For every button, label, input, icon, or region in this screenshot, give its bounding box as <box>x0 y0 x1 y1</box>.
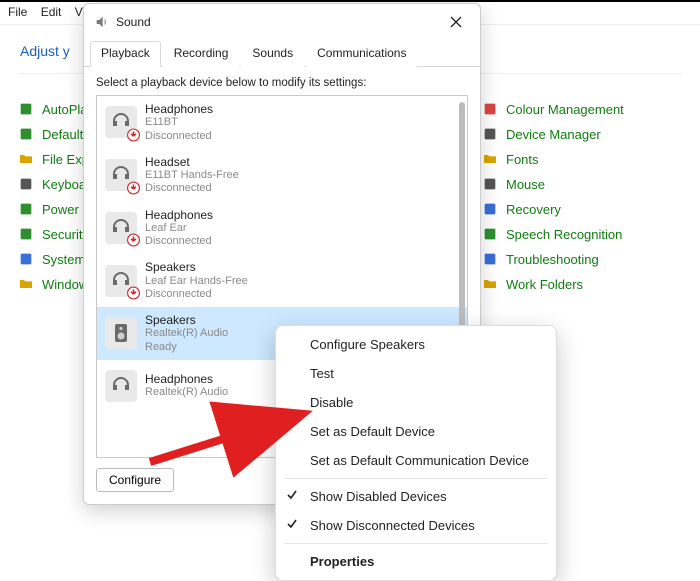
cp-link-label: File Exp <box>42 152 89 167</box>
device-status: Disconnected <box>145 130 213 143</box>
cp-link-work-folders[interactable]: Work Folders <box>482 276 682 292</box>
headphones-icon <box>105 265 137 297</box>
device-name: Speakers <box>145 260 248 274</box>
cp-link-troubleshooting[interactable]: Troubleshooting <box>482 251 682 267</box>
cp-link-mouse[interactable]: Mouse <box>482 176 682 192</box>
ctx-item[interactable]: Show Disconnected Devices <box>276 511 556 540</box>
device-subtitle: E11BT <box>145 116 213 129</box>
device-row-0[interactable]: Headphones E11BT Disconnected <box>97 96 467 149</box>
cp-link-label: Troubleshooting <box>506 252 599 267</box>
troubleshooting-icon <box>482 251 498 267</box>
device-row-2[interactable]: Headphones Leaf Ear Disconnected <box>97 202 467 255</box>
tab-communications[interactable]: Communications <box>306 41 417 67</box>
speech-recognition-icon <box>482 226 498 242</box>
device-subtitle: Leaf Ear Hands-Free <box>145 275 248 288</box>
dialog-title: Sound <box>116 15 442 29</box>
cp-link-label: Speech Recognition <box>506 227 622 242</box>
dialog-instruction: Select a playback device below to modify… <box>96 77 468 89</box>
device-row-3[interactable]: Speakers Leaf Ear Hands-Free Disconnecte… <box>97 254 467 307</box>
device-name: Speakers <box>145 313 228 327</box>
cp-link-label: Work Folders <box>506 277 583 292</box>
tab-sounds[interactable]: Sounds <box>241 41 304 67</box>
ctx-item[interactable]: Set as Default Communication Device <box>276 446 556 475</box>
keyboard-icon <box>18 176 34 192</box>
system-icon <box>18 251 34 267</box>
cp-link-colour-management[interactable]: Colour Management <box>482 101 682 117</box>
headphones-icon <box>105 212 137 244</box>
device-status: Disconnected <box>145 182 239 195</box>
cp-link-speech-recognition[interactable]: Speech Recognition <box>482 226 682 242</box>
cp-link-label: Mouse <box>506 177 545 192</box>
context-menu: Configure SpeakersTestDisableSet as Defa… <box>275 325 557 581</box>
ctx-item[interactable]: Show Disabled Devices <box>276 482 556 511</box>
configure-button[interactable]: Configure <box>96 468 174 492</box>
cp-link-label: Power ( <box>42 202 87 217</box>
device-name: Headphones <box>145 208 213 222</box>
cp-link-label: System <box>42 252 85 267</box>
device-status: Ready <box>145 341 228 354</box>
dialog-titlebar[interactable]: Sound <box>84 4 480 36</box>
power-icon <box>18 201 34 217</box>
close-button[interactable] <box>442 12 470 32</box>
device-manager-icon <box>482 126 498 142</box>
cp-link-recovery[interactable]: Recovery <box>482 201 682 217</box>
device-name: Headphones <box>145 372 228 386</box>
cp-link-label: Fonts <box>506 152 539 167</box>
autoplay-icon <box>18 101 34 117</box>
work-folders-icon <box>482 276 498 292</box>
ctx-item[interactable]: Test <box>276 359 556 388</box>
file-explorer-icon <box>18 151 34 167</box>
device-status: Disconnected <box>145 235 213 248</box>
device-row-1[interactable]: Headset E11BT Hands-Free Disconnected <box>97 149 467 202</box>
recovery-icon <box>482 201 498 217</box>
device-subtitle: Leaf Ear <box>145 222 213 235</box>
menu-file[interactable]: File <box>8 5 27 19</box>
check-icon <box>286 518 298 533</box>
check-icon <box>286 489 298 504</box>
fonts-icon <box>482 151 498 167</box>
tab-playback[interactable]: Playback <box>90 41 161 67</box>
cp-link-label: Window <box>42 277 88 292</box>
default-icon <box>18 126 34 142</box>
dialog-tabs: Playback Recording Sounds Communications <box>84 36 480 67</box>
device-name: Headset <box>145 155 239 169</box>
cp-link-label: Recovery <box>506 202 561 217</box>
device-name: Headphones <box>145 102 213 116</box>
headphones-icon <box>105 370 137 402</box>
device-subtitle: E11BT Hands-Free <box>145 169 239 182</box>
ctx-item[interactable]: Disable <box>276 388 556 417</box>
windows-icon <box>18 276 34 292</box>
cp-link-label: Keyboa <box>42 177 86 192</box>
device-subtitle: Realtek(R) Audio <box>145 327 228 340</box>
speaker-icon <box>105 317 137 349</box>
cp-link-fonts[interactable]: Fonts <box>482 151 682 167</box>
ctx-item[interactable]: Configure Speakers <box>276 330 556 359</box>
ctx-item[interactable]: Set as Default Device <box>276 417 556 446</box>
cp-link-label: Colour Management <box>506 102 624 117</box>
security-icon <box>18 226 34 242</box>
close-icon <box>450 16 462 28</box>
cp-link-label: Device Manager <box>506 127 601 142</box>
device-subtitle: Realtek(R) Audio <box>145 386 228 399</box>
cp-link-label: Security <box>42 227 89 242</box>
tab-recording[interactable]: Recording <box>163 41 240 67</box>
menu-edit[interactable]: Edit <box>41 5 62 19</box>
sound-icon <box>94 14 110 30</box>
headphones-icon <box>105 106 137 138</box>
cp-link-label: AutoPla <box>42 102 88 117</box>
device-status: Disconnected <box>145 288 248 301</box>
headset-icon <box>105 159 137 191</box>
mouse-icon <box>482 176 498 192</box>
cp-link-device-manager[interactable]: Device Manager <box>482 126 682 142</box>
colour-management-icon <box>482 101 498 117</box>
cp-link-label: Default <box>42 127 83 142</box>
